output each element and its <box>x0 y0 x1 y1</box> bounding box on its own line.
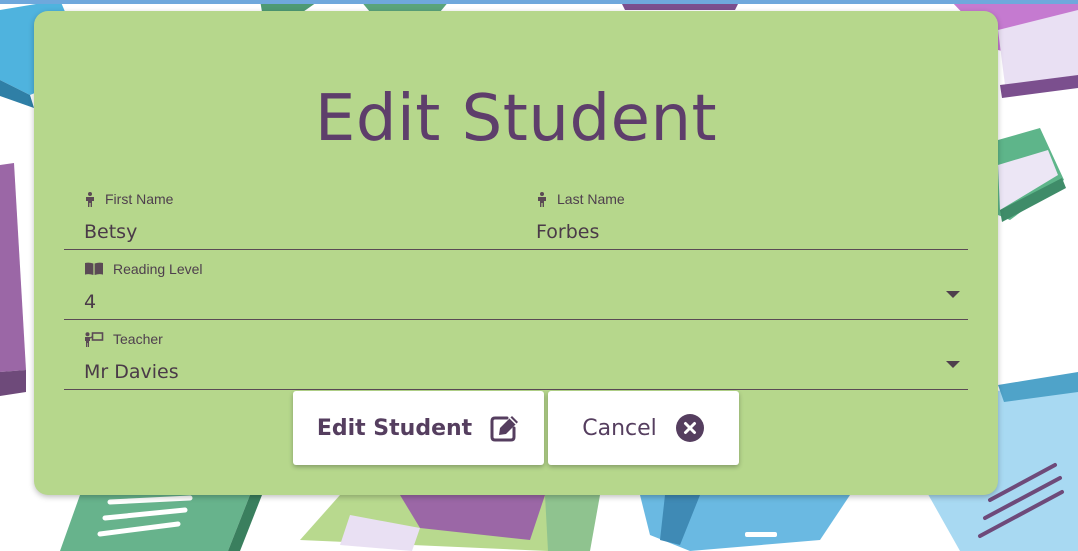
teacher-icon <box>85 331 104 347</box>
edit-student-card: Edit Student First Name Betsy Last Name … <box>34 11 998 495</box>
last-name-input[interactable]: Forbes <box>536 221 599 243</box>
book-illustration-purple-left <box>0 163 26 396</box>
cancel-circle-icon <box>675 414 704 442</box>
first-name-label-row: First Name <box>84 191 173 207</box>
reading-level-label-row: Reading Level <box>84 261 203 277</box>
person-icon <box>538 191 546 207</box>
teacher-label-row: Teacher <box>84 331 163 347</box>
reading-level-select[interactable]: Reading Level 4 <box>64 257 968 320</box>
page-title: Edit Student <box>314 82 718 156</box>
book-illustration-teal-right <box>998 128 1066 222</box>
person-icon <box>86 191 94 207</box>
reading-level-label: Reading Level <box>113 261 203 277</box>
cancel-button-label: Cancel <box>582 415 657 441</box>
teacher-select[interactable]: Teacher Mr Davies <box>64 327 968 390</box>
edit-icon <box>490 416 519 442</box>
book-illustration-lightgreen-bottom <box>300 495 600 551</box>
first-name-field[interactable]: First Name Betsy <box>64 187 516 250</box>
teacher-label: Teacher <box>113 331 163 347</box>
cancel-button[interactable]: Cancel <box>548 391 739 465</box>
chevron-down-icon[interactable] <box>946 361 960 369</box>
first-name-label: First Name <box>105 191 174 207</box>
edit-student-button-label: Edit Student <box>316 415 473 441</box>
edit-student-button[interactable]: Edit Student <box>293 391 544 465</box>
last-name-label-row: Last Name <box>536 191 625 207</box>
book-illustration-green-bottom-left <box>60 495 262 551</box>
teacher-value[interactable]: Mr Davies <box>84 361 179 383</box>
reading-level-value[interactable]: 4 <box>84 291 96 313</box>
book-icon <box>85 262 103 275</box>
chevron-down-icon[interactable] <box>946 291 960 299</box>
book-illustration-blue-bottom <box>640 495 850 551</box>
last-name-label: Last Name <box>557 191 625 207</box>
first-name-input[interactable]: Betsy <box>84 221 137 243</box>
top-accent-bar <box>0 0 1078 4</box>
last-name-field[interactable]: Last Name Forbes <box>516 187 968 250</box>
